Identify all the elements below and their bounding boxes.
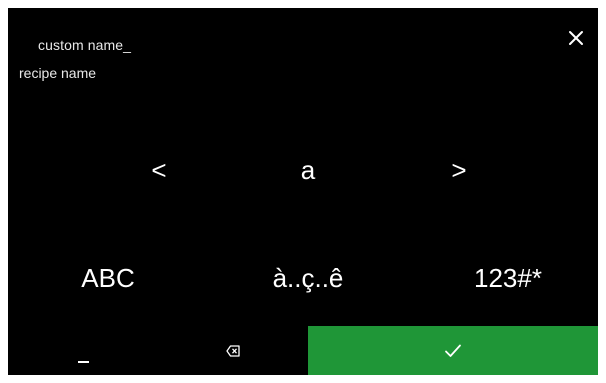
keyboard-screen: custom name_ recipe name < a > ABC à..ç.… xyxy=(8,8,598,375)
space-icon xyxy=(77,360,89,363)
checkmark-icon xyxy=(445,344,461,357)
page-subtitle: recipe name xyxy=(19,65,97,81)
prev-char-button[interactable]: < xyxy=(144,155,174,185)
backspace-button[interactable] xyxy=(158,326,308,375)
confirm-button[interactable] xyxy=(308,326,598,375)
backspace-icon xyxy=(226,344,240,357)
current-char: a xyxy=(300,155,316,185)
close-button[interactable] xyxy=(566,28,586,48)
accents-mode-button[interactable]: à..ç..ê xyxy=(238,263,378,293)
close-icon xyxy=(569,31,583,45)
page-title: custom name_ xyxy=(38,37,132,53)
uppercase-mode-button[interactable]: ABC xyxy=(48,263,168,293)
symbols-mode-button[interactable]: 123#* xyxy=(438,263,578,293)
bottom-bar xyxy=(8,326,598,375)
space-button[interactable] xyxy=(8,326,158,375)
next-char-button[interactable]: > xyxy=(444,155,474,185)
